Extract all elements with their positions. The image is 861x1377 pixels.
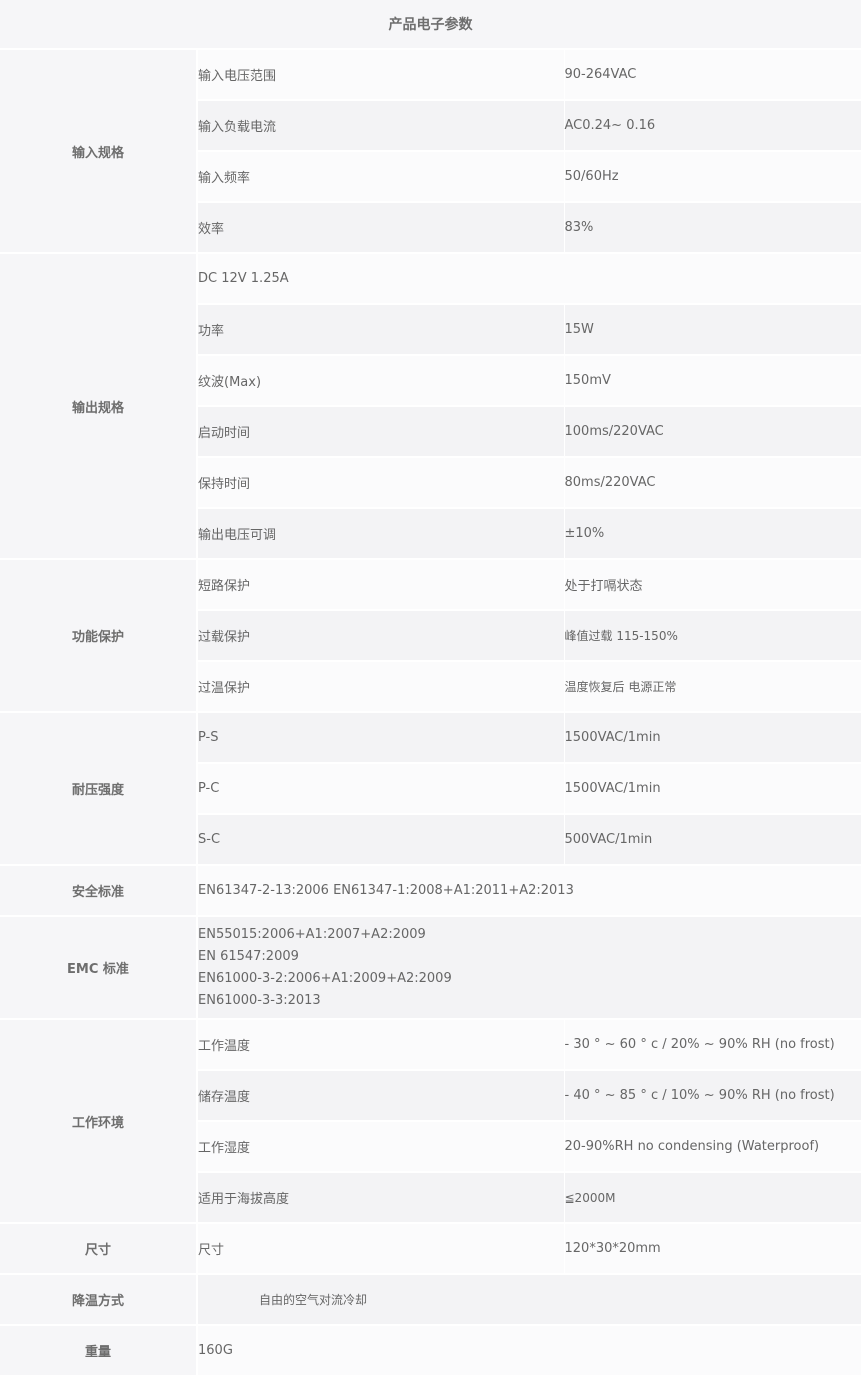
param-name: 效率	[197, 202, 564, 254]
output-spec: DC 12V 1.25A	[197, 253, 861, 305]
emc-line: EN55015:2006+A1:2007+A2:2009	[198, 926, 426, 942]
category-protection: 功能保护	[0, 559, 198, 713]
category-withstand: 耐压强度	[0, 712, 198, 866]
safety-value: EN61347-2-13:2006 EN61347-1:2008+A1:2011…	[197, 865, 861, 917]
param-value: 15W	[563, 304, 861, 356]
param-value: 20-90%RH no condensing (Waterproof)	[563, 1121, 861, 1173]
param-value: 峰值过载 115-150%	[563, 610, 861, 662]
param-name: 保持时间	[197, 457, 564, 509]
param-value: 500VAC/1min	[563, 814, 861, 866]
table-row: 耐压强度 P-S 1500VAC/1min	[0, 712, 861, 866]
param-name: 过温保护	[197, 661, 564, 713]
param-value: AC0.24~ 0.16	[563, 100, 861, 152]
category-environment: 工作环境	[0, 1019, 198, 1224]
param-name: P-C	[197, 763, 564, 815]
table-row: 功能保护 短路保护 处于打嗝状态	[0, 559, 861, 713]
table-row: EMC 标准 EN55015:2006+A1:2007+A2:2009 EN 6…	[0, 916, 861, 1020]
emc-line: EN61000-3-3:2013	[198, 992, 321, 1008]
emc-standards: EN55015:2006+A1:2007+A2:2009 EN 61547:20…	[197, 916, 861, 1020]
param-value: 80ms/220VAC	[563, 457, 861, 509]
param-value: 处于打嗝状态	[563, 559, 861, 611]
param-name: 尺寸	[197, 1223, 564, 1275]
param-name: 输出电压可调	[197, 508, 564, 560]
category-input: 输入规格	[0, 49, 198, 254]
param-value: 90-264VAC	[563, 49, 861, 101]
param-name: 功率	[197, 304, 564, 356]
table-row: 尺寸 尺寸 120*30*20mm	[0, 1223, 861, 1275]
category-size: 尺寸	[0, 1223, 198, 1275]
table-row: 工作环境 工作温度 - 30 ° ~ 60 ° c / 20% ~ 90% RH…	[0, 1019, 861, 1224]
table-row: 降温方式 自由的空气对流冷却	[0, 1274, 861, 1326]
category-weight: 重量	[0, 1325, 198, 1377]
category-cooling: 降温方式	[0, 1274, 198, 1326]
spec-table: 产品电子参数 输入规格 输入电压范围 90-264VAC 输入负载电流 AC0.…	[0, 0, 861, 1377]
category-output: 输出规格	[0, 253, 198, 560]
param-value: - 30 ° ~ 60 ° c / 20% ~ 90% RH (no frost…	[563, 1019, 861, 1071]
param-value: - 40 ° ~ 85 ° c / 10% ~ 90% RH (no frost…	[563, 1070, 861, 1122]
param-name: 输入电压范围	[197, 49, 564, 101]
cooling-value: 自由的空气对流冷却	[197, 1274, 861, 1326]
table-row: 输入规格 输入电压范围 90-264VAC	[0, 49, 861, 254]
category-emc: EMC 标准	[0, 916, 198, 1020]
param-name: 短路保护	[197, 559, 564, 611]
param-value: 50/60Hz	[563, 151, 861, 203]
param-value: 温度恢复后 电源正常	[563, 661, 861, 713]
table-row: 输出规格 DC 12V 1.25A	[0, 253, 861, 560]
param-name: 输入频率	[197, 151, 564, 203]
param-name: 启动时间	[197, 406, 564, 458]
table-row: 重量 160G	[0, 1325, 861, 1377]
param-name: P-S	[197, 712, 564, 764]
param-name: 纹波(Max)	[197, 355, 564, 407]
weight-value: 160G	[197, 1325, 861, 1377]
param-name: 工作温度	[197, 1019, 564, 1071]
table-title: 产品电子参数	[0, 0, 861, 50]
param-value: 120*30*20mm	[563, 1223, 861, 1275]
category-safety: 安全标准	[0, 865, 198, 917]
param-name: 储存温度	[197, 1070, 564, 1122]
emc-line: EN61000-3-2:2006+A1:2009+A2:2009	[198, 970, 452, 986]
param-name: 过载保护	[197, 610, 564, 662]
param-value: 150mV	[563, 355, 861, 407]
param-name: 工作湿度	[197, 1121, 564, 1173]
param-value: ≦2000M	[563, 1172, 861, 1224]
table-row: 安全标准 EN61347-2-13:2006 EN61347-1:2008+A1…	[0, 865, 861, 917]
param-value: 100ms/220VAC	[563, 406, 861, 458]
param-value: ±10%	[563, 508, 861, 560]
param-name: 适用于海拔高度	[197, 1172, 564, 1224]
emc-line: EN 61547:2009	[198, 948, 299, 964]
param-value: 83%	[563, 202, 861, 254]
param-name: 输入负载电流	[197, 100, 564, 152]
param-value: 1500VAC/1min	[563, 712, 861, 764]
param-name: S-C	[197, 814, 564, 866]
param-value: 1500VAC/1min	[563, 763, 861, 815]
